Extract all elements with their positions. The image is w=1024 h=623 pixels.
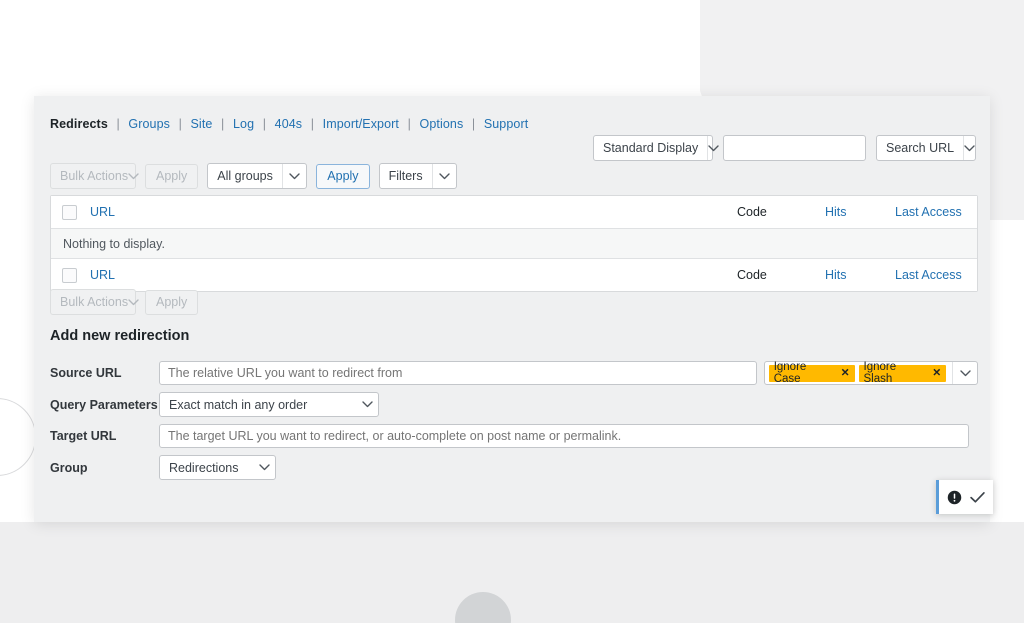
nav-separator: | (471, 117, 476, 131)
apply-group-filter-button[interactable]: Apply (316, 163, 370, 189)
filters-value: Filters (388, 169, 423, 183)
nav-item-support[interactable]: Support (484, 117, 528, 131)
url-flags-box[interactable]: Ignore Case ✕ Ignore Slash ✕ (763, 361, 978, 385)
chevron-down-icon (128, 290, 139, 314)
chevron-down-icon (431, 164, 456, 188)
decorative-shape-white-wedge (0, 0, 700, 107)
exclamation-circle-icon[interactable] (947, 490, 962, 505)
filters-select[interactable]: Filters (378, 163, 457, 189)
bulk-actions-row-top: Bulk Actions Apply All groups Apply Filt… (50, 163, 457, 189)
group-value: Redirections (169, 460, 239, 475)
decorative-shape-bottom-band (0, 522, 1024, 623)
form-row-group: Group Redirections (50, 455, 978, 480)
target-url-input[interactable] (159, 424, 969, 448)
display-mode-select[interactable]: Standard Display (593, 135, 719, 161)
query-parameters-select[interactable]: Exact match in any order (159, 392, 379, 417)
nav-item-options[interactable]: Options (420, 117, 464, 131)
column-header-url[interactable]: URL (90, 205, 737, 219)
column-footer-last-access[interactable]: Last Access (895, 268, 965, 282)
table-empty-message: Nothing to display. (51, 229, 977, 258)
table-footer-row: URL Code Hits Last Access (51, 258, 977, 291)
nav-item-redirects[interactable]: Redirects (50, 117, 108, 131)
target-url-label: Target URL (50, 429, 117, 443)
chevron-down-icon (963, 136, 975, 160)
bulk-actions-value: Bulk Actions (60, 295, 129, 309)
search-type-select[interactable]: Search URL (876, 135, 976, 161)
chevron-down-icon (356, 393, 378, 416)
select-all-checkbox-top[interactable] (62, 204, 77, 220)
chevron-down-icon[interactable] (952, 362, 977, 384)
close-icon[interactable]: ✕ (841, 367, 850, 379)
nav-separator: | (178, 117, 182, 131)
nav-separator: | (262, 117, 267, 131)
chevron-down-icon (707, 136, 719, 160)
nav-item-site[interactable]: Site (191, 117, 213, 131)
add-redirection-title: Add new redirection (50, 328, 190, 344)
bulk-actions-row-bottom: Bulk Actions Apply (50, 289, 199, 315)
group-label: Group (50, 460, 88, 475)
plugin-nav: Redirects | Groups | Site | Log | 404s |… (50, 117, 528, 131)
group-select[interactable]: Redirections (159, 455, 276, 480)
column-header-hits[interactable]: Hits (825, 205, 895, 219)
decorative-circle-left (0, 398, 36, 476)
search-type-value: Search URL (886, 141, 955, 155)
flag-tag-label: Ignore Slash (863, 361, 897, 385)
chevron-down-icon (281, 164, 306, 188)
close-icon[interactable]: ✕ (932, 367, 941, 379)
form-row-target-url: Target URL (50, 424, 978, 448)
chevron-down-icon (253, 456, 275, 479)
nav-item-log[interactable]: Log (233, 117, 254, 131)
group-filter-value: All groups (217, 169, 273, 183)
query-parameters-value: Exact match in any order (169, 397, 308, 412)
nav-separator: | (116, 117, 120, 131)
display-search-row: Standard Display Search URL (593, 135, 976, 161)
select-all-checkbox-bottom[interactable] (62, 267, 77, 283)
nav-item-404s[interactable]: 404s (275, 117, 303, 131)
column-footer-hits[interactable]: Hits (825, 268, 895, 282)
display-mode-value: Standard Display (603, 141, 699, 155)
column-header-last-access[interactable]: Last Access (895, 205, 965, 219)
flag-tag-ignore-slash[interactable]: Ignore Slash ✕ (858, 361, 947, 385)
table-header-row: URL Code Hits Last Access (51, 196, 977, 229)
source-url-input[interactable] (159, 361, 757, 385)
notice-widget (936, 480, 993, 514)
bulk-actions-value: Bulk Actions (60, 169, 129, 183)
form-row-query-parameters: Query Parameters Exact match in any orde… (50, 392, 978, 417)
nav-separator: | (407, 117, 411, 131)
bulk-actions-select-bottom[interactable]: Bulk Actions (50, 289, 139, 315)
check-icon[interactable] (970, 491, 985, 504)
column-header-code: Code (737, 205, 767, 219)
chevron-down-icon (128, 164, 139, 188)
group-filter-select[interactable]: All groups (207, 163, 308, 189)
column-footer-url[interactable]: URL (90, 268, 737, 282)
query-parameters-label: Query Parameters (50, 397, 158, 412)
add-redirection-form: Source URL Ignore Case ✕ Ignore Slash ✕ (50, 361, 978, 487)
apply-bulk-button-bottom[interactable]: Apply (145, 289, 199, 315)
flag-tag-ignore-case[interactable]: Ignore Case ✕ (768, 361, 855, 385)
column-footer-code: Code (737, 268, 767, 282)
nav-separator: | (221, 117, 225, 131)
redirects-table: URL Code Hits Last Access Nothing to dis… (50, 195, 978, 292)
nav-separator: | (310, 117, 315, 131)
bulk-actions-select-top[interactable]: Bulk Actions (50, 163, 139, 189)
flag-tag-label: Ignore Case (773, 361, 807, 385)
source-url-label: Source URL (50, 366, 122, 380)
apply-bulk-button-top[interactable]: Apply (145, 163, 199, 189)
nav-item-import-export[interactable]: Import/Export (323, 117, 399, 131)
nav-item-groups[interactable]: Groups (128, 117, 170, 131)
search-input[interactable] (723, 135, 866, 161)
redirection-plugin-panel: Redirects | Groups | Site | Log | 404s |… (34, 96, 990, 522)
form-row-source-url: Source URL Ignore Case ✕ Ignore Slash ✕ (50, 361, 978, 385)
